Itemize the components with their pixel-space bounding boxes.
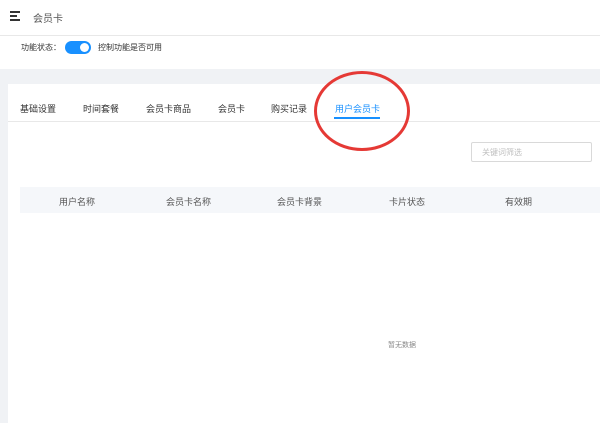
- toggle-knob: [80, 43, 89, 52]
- empty-state-text: 暂无数据: [388, 341, 416, 349]
- table-header: 用户名称 会员卡名称 会员卡背景 卡片状态 有效期: [20, 187, 600, 213]
- column-card-status: 卡片状态: [389, 198, 426, 208]
- active-tab-indicator: [334, 117, 380, 119]
- menu-fold-icon[interactable]: [10, 11, 20, 21]
- column-card-name: 会员卡名称: [166, 198, 212, 208]
- status-panel: 功能状态： 控制功能是否可用: [0, 36, 600, 69]
- tab-purchase-records[interactable]: 购买记录: [271, 102, 307, 115]
- status-hint: 控制功能是否可用: [98, 43, 162, 52]
- tab-membership-goods[interactable]: 会员卡商品: [146, 102, 191, 115]
- column-validity: 有效期: [505, 198, 533, 208]
- column-card-background: 会员卡背景: [277, 198, 323, 208]
- tab-membership-card[interactable]: 会员卡: [218, 102, 245, 115]
- tab-basic-settings[interactable]: 基础设置: [20, 102, 56, 115]
- top-bar: 会员卡: [0, 0, 600, 36]
- tab-bar: 基础设置 时间套餐 会员卡商品 会员卡 购买记录 用户会员卡: [8, 84, 600, 122]
- keyword-filter-input[interactable]: [471, 142, 592, 162]
- tab-time-package[interactable]: 时间套餐: [83, 102, 119, 115]
- column-user-name: 用户名称: [59, 198, 96, 208]
- main-card: 基础设置 时间套餐 会员卡商品 会员卡 购买记录 用户会员卡 用户名称 会员卡名…: [8, 71, 600, 423]
- tab-user-membership-card[interactable]: 用户会员卡: [335, 102, 380, 115]
- page-title: 会员卡: [33, 14, 63, 25]
- status-label: 功能状态：: [21, 43, 61, 52]
- status-toggle[interactable]: [65, 41, 91, 54]
